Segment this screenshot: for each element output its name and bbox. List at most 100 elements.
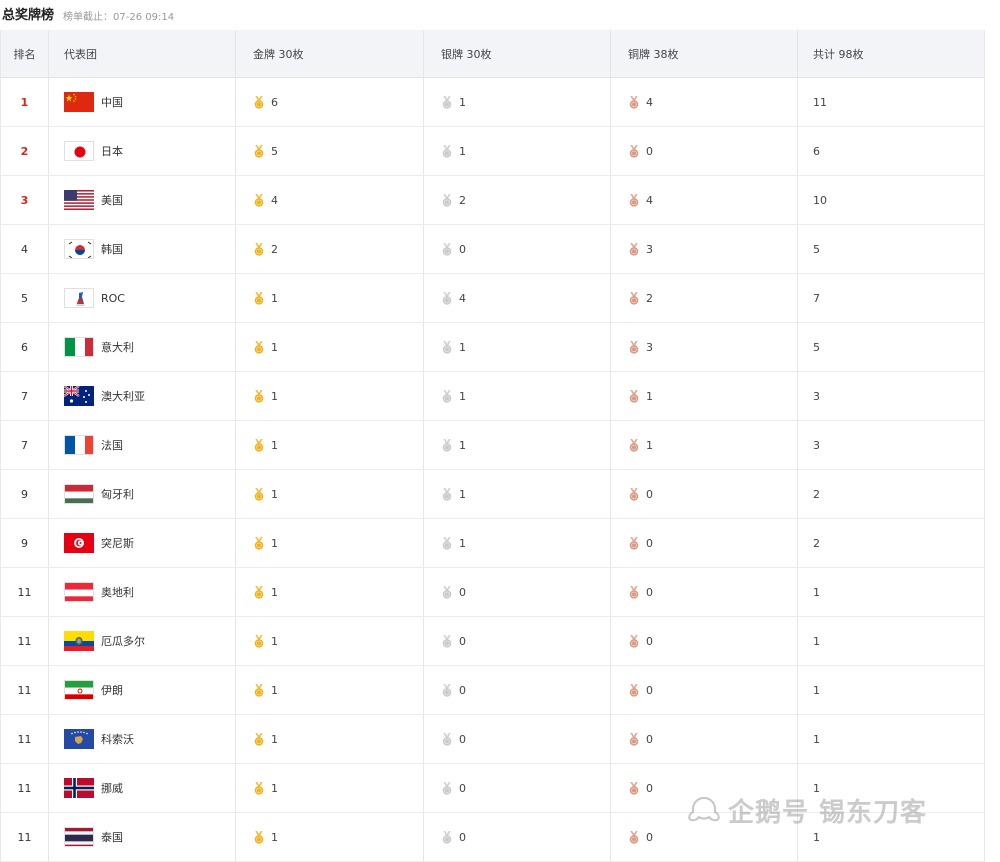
silver-count: 0 — [459, 781, 466, 795]
table-row[interactable]: 7 澳大利亚 1 1 1 3 — [1, 372, 984, 421]
header-total: 共计 98枚 — [813, 47, 864, 61]
hungary-flag-icon — [64, 484, 94, 504]
bronze-medal-icon — [629, 193, 639, 207]
table-row[interactable]: 11 厄瓜多尔 1 0 0 1 — [1, 617, 984, 666]
japan-flag-icon — [64, 141, 94, 161]
team-name: 澳大利亚 — [101, 390, 145, 403]
team-name: 匈牙利 — [101, 488, 134, 501]
table-row[interactable]: 1 中国 6 1 4 11 — [1, 78, 984, 127]
silver-cell: 4 — [423, 274, 610, 322]
bronze-count: 0 — [646, 781, 653, 795]
team-name: 法国 — [101, 439, 123, 452]
gold-cell: 6 — [235, 78, 423, 126]
silver-cell: 0 — [423, 225, 610, 273]
total-count: 11 — [813, 95, 827, 109]
gold-count: 1 — [271, 634, 278, 648]
rank-value: 11 — [17, 683, 32, 697]
table-row[interactable]: 11 泰国 1 0 0 1 — [1, 813, 984, 862]
bronze-medal-icon — [629, 242, 639, 256]
table-row[interactable]: 11 科索沃 1 0 0 1 — [1, 715, 984, 764]
team-cell: ROC — [48, 274, 235, 322]
gold-count: 1 — [271, 438, 278, 452]
total-count: 5 — [813, 242, 820, 256]
silver-cell: 1 — [423, 127, 610, 175]
ecuador-flag-icon — [64, 631, 94, 651]
gold-cell: 1 — [235, 470, 423, 518]
silver-medal-icon — [442, 487, 452, 501]
usa-flag-icon — [64, 190, 94, 210]
gold-medal-icon — [254, 634, 264, 648]
silver-medal-icon — [442, 193, 452, 207]
bronze-count: 2 — [646, 291, 653, 305]
bronze-cell: 0 — [610, 617, 797, 665]
silver-count: 1 — [459, 536, 466, 550]
table-row[interactable]: 9 匈牙利 1 1 0 2 — [1, 470, 984, 519]
team-cell: 突尼斯 — [48, 519, 235, 567]
table-row[interactable]: 6 意大利 1 1 3 5 — [1, 323, 984, 372]
gold-count: 1 — [271, 389, 278, 403]
rank-value: 9 — [21, 487, 28, 501]
rank-cell: 11 — [1, 617, 48, 665]
austria-flag-icon — [64, 582, 94, 602]
gold-medal-icon — [254, 242, 264, 256]
team-name: 日本 — [101, 145, 123, 158]
gold-medal-icon — [254, 389, 264, 403]
total-count: 3 — [813, 438, 820, 452]
bronze-count: 1 — [646, 389, 653, 403]
table-row[interactable]: 9 突尼斯 1 1 0 2 — [1, 519, 984, 568]
total-count: 1 — [813, 830, 820, 844]
table-row[interactable]: 11 伊朗 1 0 0 1 — [1, 666, 984, 715]
total-cell: 3 — [797, 421, 984, 469]
table-header: 排名 代表团 金牌 30枚 银牌 30枚 铜牌 38枚 共计 98枚 — [1, 30, 984, 78]
roc-flag-icon — [64, 288, 94, 308]
gold-medal-icon — [254, 144, 264, 158]
bronze-cell: 0 — [610, 127, 797, 175]
bronze-medal-icon — [629, 634, 639, 648]
team-name: 意大利 — [101, 341, 134, 354]
header-rank: 排名 — [13, 47, 36, 61]
bronze-medal-icon — [629, 683, 639, 697]
gold-cell: 1 — [235, 519, 423, 567]
bronze-cell: 0 — [610, 764, 797, 812]
silver-count: 1 — [459, 389, 466, 403]
gold-medal-icon — [254, 585, 264, 599]
total-count: 7 — [813, 291, 820, 305]
gold-count: 1 — [271, 340, 278, 354]
rank-cell: 7 — [1, 372, 48, 420]
table-row[interactable]: 2 日本 5 1 0 6 — [1, 127, 984, 176]
rank-cell: 9 — [1, 519, 48, 567]
bronze-medal-icon — [629, 536, 639, 550]
table-row[interactable]: 3 美国 4 2 4 10 — [1, 176, 984, 225]
bronze-count: 0 — [646, 683, 653, 697]
gold-count: 1 — [271, 291, 278, 305]
silver-cell: 0 — [423, 568, 610, 616]
table-row[interactable]: 5 ROC 1 4 2 7 — [1, 274, 984, 323]
silver-medal-icon — [442, 389, 452, 403]
bronze-cell: 0 — [610, 715, 797, 763]
table-row[interactable]: 4 韩国 2 0 3 5 — [1, 225, 984, 274]
header-silver: 银牌 30枚 — [441, 47, 492, 61]
team-name: 突尼斯 — [101, 537, 134, 550]
bronze-medal-icon — [629, 732, 639, 746]
silver-count: 0 — [459, 634, 466, 648]
table-body: 1 中国 6 1 4 11 2 日本 5 1 0 6 3 美国 4 2 4 10 4 韩国 2 0 3 5 5 ROC 1 4 2 7 6 意… — [1, 78, 984, 862]
silver-count: 2 — [459, 193, 466, 207]
rank-cell: 11 — [1, 813, 48, 861]
rank-value: 11 — [17, 634, 32, 648]
bronze-cell: 0 — [610, 813, 797, 861]
table-row[interactable]: 11 奥地利 1 0 0 1 — [1, 568, 984, 617]
team-cell: 韩国 — [48, 225, 235, 273]
bronze-count: 0 — [646, 536, 653, 550]
total-cell: 7 — [797, 274, 984, 322]
gold-cell: 1 — [235, 274, 423, 322]
total-cell: 1 — [797, 813, 984, 861]
table-row[interactable]: 11 挪威 1 0 0 1 — [1, 764, 984, 813]
team-cell: 中国 — [48, 78, 235, 126]
rank-value: 6 — [21, 340, 28, 354]
gold-medal-icon — [254, 487, 264, 501]
kosovo-flag-icon — [64, 729, 94, 749]
silver-cell: 1 — [423, 519, 610, 567]
gold-cell: 1 — [235, 323, 423, 371]
rank-cell: 11 — [1, 568, 48, 616]
table-row[interactable]: 7 法国 1 1 1 3 — [1, 421, 984, 470]
